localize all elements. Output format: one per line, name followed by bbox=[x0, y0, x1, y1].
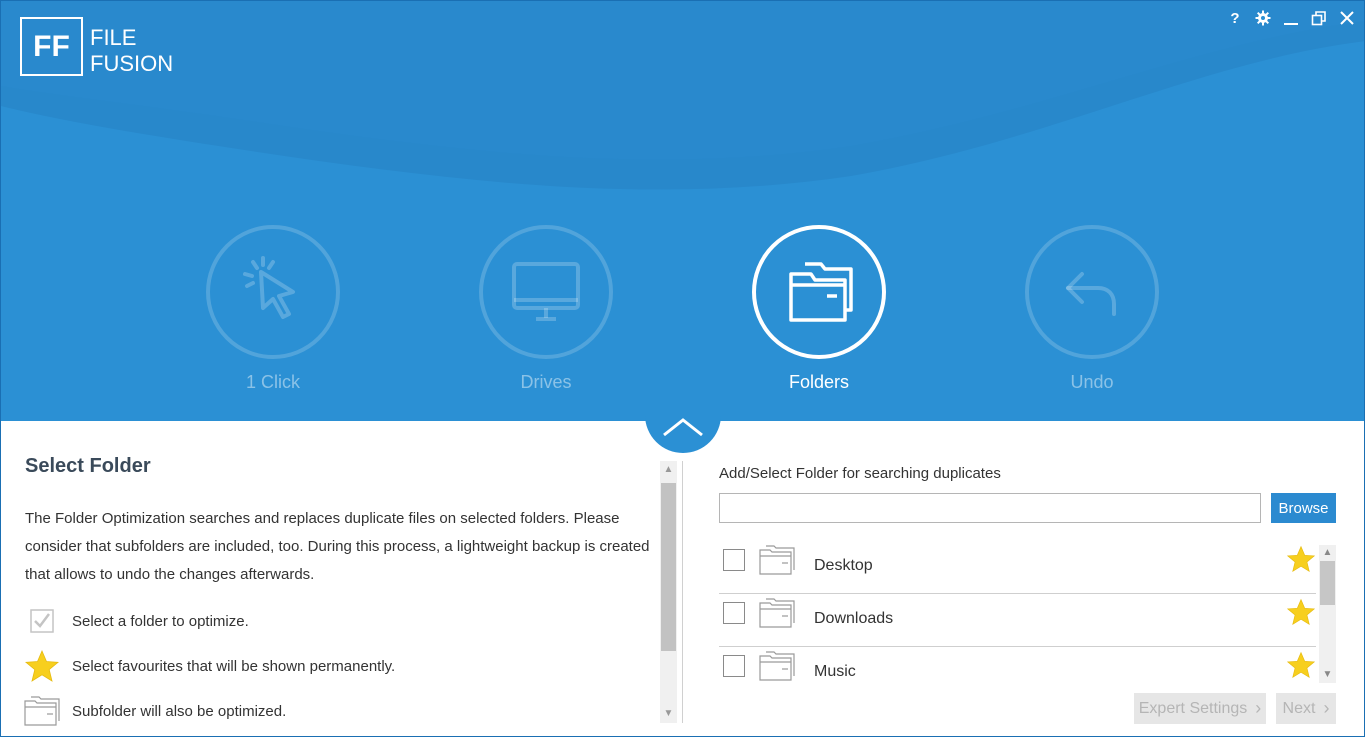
browse-button[interactable]: Browse bbox=[1271, 493, 1336, 523]
scroll-up-arrow[interactable]: ▲ bbox=[660, 463, 677, 477]
next-button[interactable]: Next › bbox=[1276, 693, 1336, 724]
favourite-star-icon[interactable] bbox=[1287, 598, 1315, 626]
cursor-click-icon bbox=[243, 256, 295, 319]
chevron-right-icon: › bbox=[1323, 698, 1330, 718]
restore-icon[interactable] bbox=[1310, 9, 1328, 27]
logo-line-2: FUSION bbox=[90, 51, 174, 76]
mode-drives[interactable]: Drives bbox=[476, 225, 616, 393]
info-panel-scrollbar[interactable]: ▲ ▼ bbox=[660, 461, 677, 723]
legend-text: Select favourites that will be shown per… bbox=[72, 657, 396, 675]
legend-row-select: Select a folder to optimize. bbox=[23, 604, 249, 638]
folder-select-title: Add/Select Folder for searching duplicat… bbox=[719, 465, 1001, 482]
legend-row-subfolder: Subfolder will also be optimized. bbox=[23, 694, 286, 728]
folder-checkbox[interactable] bbox=[723, 655, 745, 677]
folder-row-desktop[interactable]: Desktop bbox=[719, 541, 1316, 594]
legend-text: Select a folder to optimize. bbox=[72, 612, 249, 630]
mode-undo[interactable]: Undo bbox=[1022, 225, 1162, 393]
panel-divider bbox=[682, 461, 683, 723]
mode-label: Undo bbox=[1070, 372, 1114, 392]
mode-label: 1 Click bbox=[245, 372, 300, 392]
folder-icon bbox=[759, 545, 795, 575]
help-icon[interactable]: ? bbox=[1226, 9, 1244, 27]
folder-icon bbox=[759, 651, 795, 681]
folder-path-input[interactable] bbox=[719, 493, 1261, 523]
folder-list: Desktop Downloads Music bbox=[719, 541, 1316, 689]
chevron-right-icon: › bbox=[1255, 698, 1262, 718]
section-title: Select Folder bbox=[25, 455, 151, 477]
scroll-down-arrow[interactable]: ▼ bbox=[660, 707, 677, 721]
mode-circle bbox=[1025, 225, 1159, 359]
close-icon[interactable] bbox=[1338, 9, 1356, 27]
header-banner: FF FILE FUSION ? 1 Click Drives Folders … bbox=[1, 1, 1364, 421]
folders-icon bbox=[789, 262, 853, 322]
folder-checkbox[interactable] bbox=[723, 549, 745, 571]
star-icon bbox=[23, 649, 61, 683]
mode-folders[interactable]: Folders bbox=[749, 225, 889, 393]
mode-label: Drives bbox=[520, 372, 572, 392]
description-text: The Folder Optimization searches and rep… bbox=[25, 510, 650, 583]
expert-settings-label: Expert Settings bbox=[1138, 699, 1248, 717]
logo-mark: FF bbox=[20, 17, 83, 76]
minimize-icon[interactable] bbox=[1282, 9, 1300, 27]
undo-arrow-icon bbox=[1066, 272, 1116, 316]
chevron-up-icon bbox=[663, 418, 703, 437]
scroll-down-arrow[interactable]: ▼ bbox=[1319, 668, 1336, 682]
mode-circle bbox=[479, 225, 613, 359]
logo-line-1: FILE bbox=[90, 25, 137, 50]
mode-circle bbox=[752, 225, 886, 359]
folder-checkbox[interactable] bbox=[723, 602, 745, 624]
info-panel: Select Folder The Folder Optimization se… bbox=[1, 421, 661, 736]
window-controls: ? bbox=[1226, 9, 1356, 27]
monitor-icon bbox=[512, 262, 580, 321]
folder-name: Desktop bbox=[814, 557, 873, 574]
mode-1-click[interactable]: 1 Click bbox=[203, 225, 343, 393]
folder-icon bbox=[759, 598, 795, 628]
gear-icon[interactable] bbox=[1254, 9, 1272, 27]
folder-row-music[interactable]: Music bbox=[719, 647, 1316, 689]
mode-label: Folders bbox=[788, 372, 850, 392]
scrollbar-thumb[interactable] bbox=[1320, 561, 1335, 605]
legend-row-favourite: Select favourites that will be shown per… bbox=[23, 649, 395, 683]
next-label: Next bbox=[1282, 699, 1316, 717]
folder-row-downloads[interactable]: Downloads bbox=[719, 594, 1316, 647]
favourite-star-icon[interactable] bbox=[1287, 651, 1315, 679]
expert-settings-button[interactable]: Expert Settings › bbox=[1134, 693, 1266, 724]
scrollbar-thumb[interactable] bbox=[661, 483, 676, 651]
app-logo: FF FILE FUSION bbox=[20, 17, 173, 77]
favourite-star-icon[interactable] bbox=[1287, 545, 1315, 573]
folder-list-scrollbar[interactable]: ▲ ▼ bbox=[1319, 545, 1336, 683]
folder-name: Downloads bbox=[814, 610, 894, 627]
mode-circle bbox=[206, 225, 340, 359]
app-window: FF FILE FUSION ? 1 Click Drives Folders … bbox=[0, 0, 1365, 737]
mode-selector: 1 Click Drives Folders Undo bbox=[1, 225, 1364, 395]
folder-icon bbox=[23, 694, 61, 728]
folder-name: Music bbox=[814, 663, 856, 680]
checkbox-checked-icon bbox=[23, 604, 61, 638]
logo-wordmark: FILE FUSION bbox=[90, 25, 173, 77]
scroll-up-arrow[interactable]: ▲ bbox=[1319, 546, 1336, 560]
legend-text: Subfolder will also be optimized. bbox=[72, 702, 287, 720]
